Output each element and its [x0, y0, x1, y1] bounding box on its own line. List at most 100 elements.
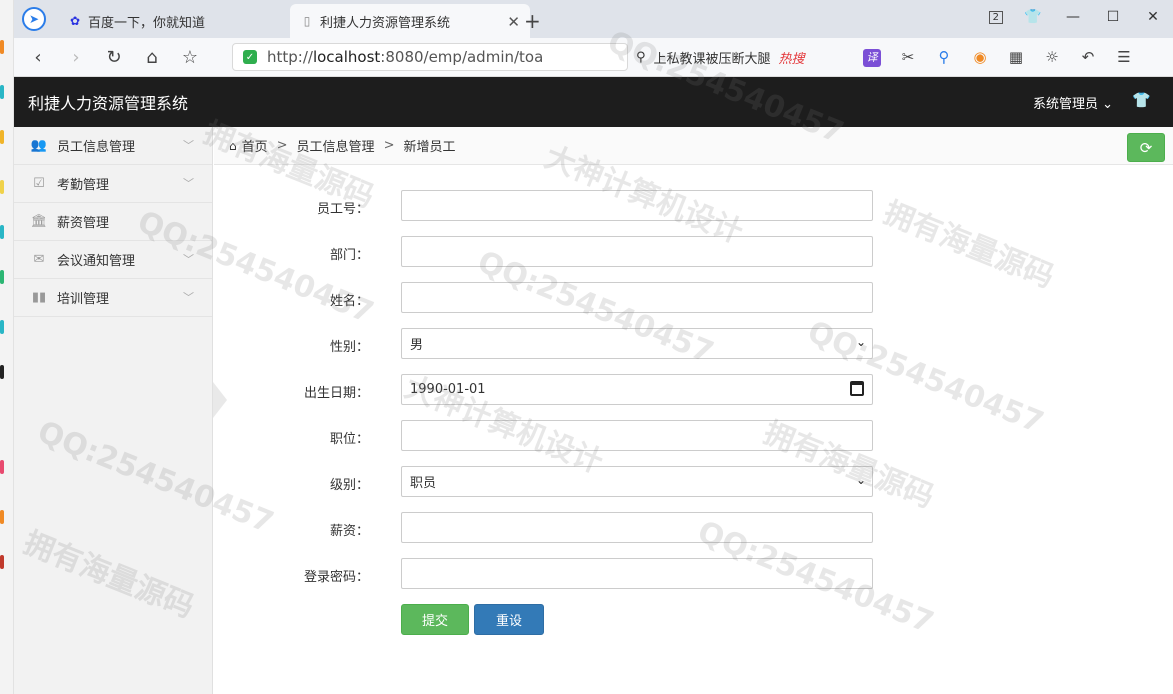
sidebar-item-label: 薪资管理: [57, 216, 110, 231]
maximize-icon[interactable]: ☐: [1093, 9, 1133, 25]
address-bar[interactable]: ✓ http://localhost:8080/emp/admin/toa: [232, 43, 628, 71]
browser-toolbar: ‹ › ↻ ⌂ ☆ ✓ http://localhost:8080/emp/ad…: [14, 38, 1173, 77]
envelope-icon: ✉: [33, 252, 45, 267]
search-box[interactable]: ⚲ 上私教课被压断大腿 热搜: [636, 43, 850, 71]
clipboard-check-icon: ☑: [33, 176, 45, 191]
sidebar-item-label: 员工信息管理: [57, 140, 136, 155]
breadcrumb: ⌂ 首页 > 员工信息管理 > 新增员工 ⟳: [214, 127, 1173, 165]
birthdate-label: 出生日期：: [303, 386, 369, 401]
form-row-level: 级别： 职员 ⌄: [214, 466, 1173, 498]
reset-button[interactable]: 重设: [474, 604, 544, 635]
apps-grid-icon[interactable]: ▦: [998, 48, 1034, 66]
salary-label: 薪资：: [329, 524, 369, 539]
browser-logo-icon[interactable]: ➤: [22, 7, 46, 31]
password-input[interactable]: [401, 558, 873, 589]
department-label: 部门：: [329, 248, 369, 263]
tab-count-badge[interactable]: 2: [988, 10, 1003, 24]
home-icon: ⌂: [229, 138, 237, 153]
skin-icon[interactable]: 👕: [1013, 9, 1053, 25]
close-tab-icon[interactable]: ✕: [507, 13, 520, 31]
chevron-down-icon: ﹀: [183, 291, 194, 304]
star-icon[interactable]: ☆: [176, 47, 204, 68]
sidebar-item-label: 考勤管理: [57, 178, 110, 193]
gamepad-icon[interactable]: ◉: [962, 48, 998, 66]
theme-shirt-icon[interactable]: 👕: [1132, 91, 1151, 109]
employee-id-input[interactable]: [401, 190, 873, 221]
gender-value: 男: [410, 338, 424, 353]
calendar-icon[interactable]: [850, 381, 864, 396]
tab-hr-system[interactable]: ▯ 利捷人力资源管理系统 ✕: [290, 4, 530, 38]
sidebar-item-label: 培训管理: [57, 292, 110, 307]
name-label: 姓名：: [329, 294, 369, 309]
forward-icon[interactable]: ›: [62, 47, 90, 68]
form-row-gender: 性别： 男 ⌄: [214, 328, 1173, 360]
books-icon: ▮▮: [31, 290, 47, 305]
level-label: 级别：: [329, 478, 369, 493]
tab-title: 百度一下，你就知道: [88, 15, 206, 31]
toolbar-extensions: 译 ✂ ⚲ ◉ ▦ ☼ ↶ ☰: [854, 43, 1142, 71]
new-tab-icon[interactable]: +: [524, 9, 541, 33]
app-header: 利捷人力资源管理系统 系统管理员 ⌄ 👕: [14, 77, 1173, 127]
breadcrumb-separator: >: [276, 138, 288, 153]
breadcrumb-home[interactable]: 首页: [242, 136, 268, 155]
sidebar-item-salary[interactable]: 🏛 薪资管理: [14, 203, 212, 241]
sidebar-item-meeting[interactable]: ✉ 会议通知管理 ﹀: [14, 241, 212, 279]
menu-icon[interactable]: ☰: [1106, 48, 1142, 66]
position-input[interactable]: [401, 420, 873, 451]
tab-title: 利捷人力资源管理系统: [320, 15, 451, 31]
name-input[interactable]: [401, 282, 873, 313]
home-icon[interactable]: ⌂: [138, 47, 166, 68]
form-row-password: 登录密码：: [214, 558, 1173, 590]
level-select[interactable]: 职员 ⌄: [401, 466, 873, 497]
sidebar-item-training[interactable]: ▮▮ 培训管理 ﹀: [14, 279, 212, 317]
chevron-down-icon: ﹀: [183, 253, 194, 266]
user-menu[interactable]: 系统管理员 ⌄: [1033, 93, 1113, 112]
undo-icon[interactable]: ↶: [1070, 48, 1106, 66]
search-hint: 上私教课被压断大腿: [653, 51, 771, 67]
department-input[interactable]: [401, 236, 873, 267]
salary-input[interactable]: [401, 512, 873, 543]
position-label: 职位：: [329, 432, 369, 447]
page-icon: ▯: [303, 14, 311, 28]
chevron-down-icon: ⌄: [1102, 97, 1113, 112]
form-row-department: 部门：: [214, 236, 1173, 268]
paw-icon: ✿: [69, 14, 81, 28]
translate-icon[interactable]: 译: [854, 47, 890, 67]
search-icon: ⚲: [636, 49, 646, 65]
sidebar-item-employee-info[interactable]: 👥 员工信息管理 ﹀: [14, 127, 212, 165]
birthdate-input[interactable]: 1990-01-01: [401, 374, 873, 405]
back-icon[interactable]: ‹: [24, 47, 52, 68]
chevron-down-icon: ⌄: [855, 335, 866, 349]
breadcrumb-level1[interactable]: 员工信息管理: [297, 136, 375, 155]
users-icon: 👥: [30, 138, 48, 153]
chevron-down-icon: ﹀: [183, 177, 194, 190]
submit-button[interactable]: 提交: [401, 604, 469, 635]
chevron-down-icon: ⌄: [855, 473, 866, 487]
breadcrumb-current: 新增员工: [403, 140, 456, 155]
url-host: localhost: [312, 48, 381, 66]
brightness-icon[interactable]: ☼: [1034, 48, 1070, 66]
desktop-dock: [0, 0, 14, 694]
tab-baidu[interactable]: ✿ 百度一下，你就知道: [58, 4, 290, 38]
sidebar-item-label: 会议通知管理: [57, 254, 136, 269]
browser-tab-bar: ➤ ✿ 百度一下，你就知道 ▯ 利捷人力资源管理系统 ✕ + 2 👕 — ☐ ✕: [14, 0, 1173, 38]
bank-icon: 🏛: [30, 214, 48, 229]
sidebar-item-attendance[interactable]: ☑ 考勤管理 ﹀: [14, 165, 212, 203]
url-rest: :8080/emp/admin/toa: [380, 48, 544, 66]
form-row-name: 姓名：: [214, 282, 1173, 314]
url-prefix: http://: [267, 48, 313, 66]
close-window-icon[interactable]: ✕: [1133, 9, 1173, 25]
hot-search-badge: 热搜: [778, 51, 805, 67]
gender-select[interactable]: 男 ⌄: [401, 328, 873, 359]
chevron-down-icon: ﹀: [183, 139, 194, 152]
reload-icon[interactable]: ↻: [100, 47, 128, 68]
refresh-button[interactable]: ⟳: [1127, 133, 1165, 162]
breadcrumb-separator: >: [383, 138, 395, 153]
form-row-position: 职位：: [214, 420, 1173, 452]
minimize-icon[interactable]: —: [1053, 9, 1093, 25]
gender-label: 性别：: [329, 340, 369, 355]
magnifier-icon[interactable]: ⚲: [926, 48, 962, 66]
refresh-icon: ⟳: [1139, 138, 1153, 157]
scissors-icon[interactable]: ✂: [890, 48, 926, 66]
employee-id-label: 员工号：: [316, 202, 369, 217]
